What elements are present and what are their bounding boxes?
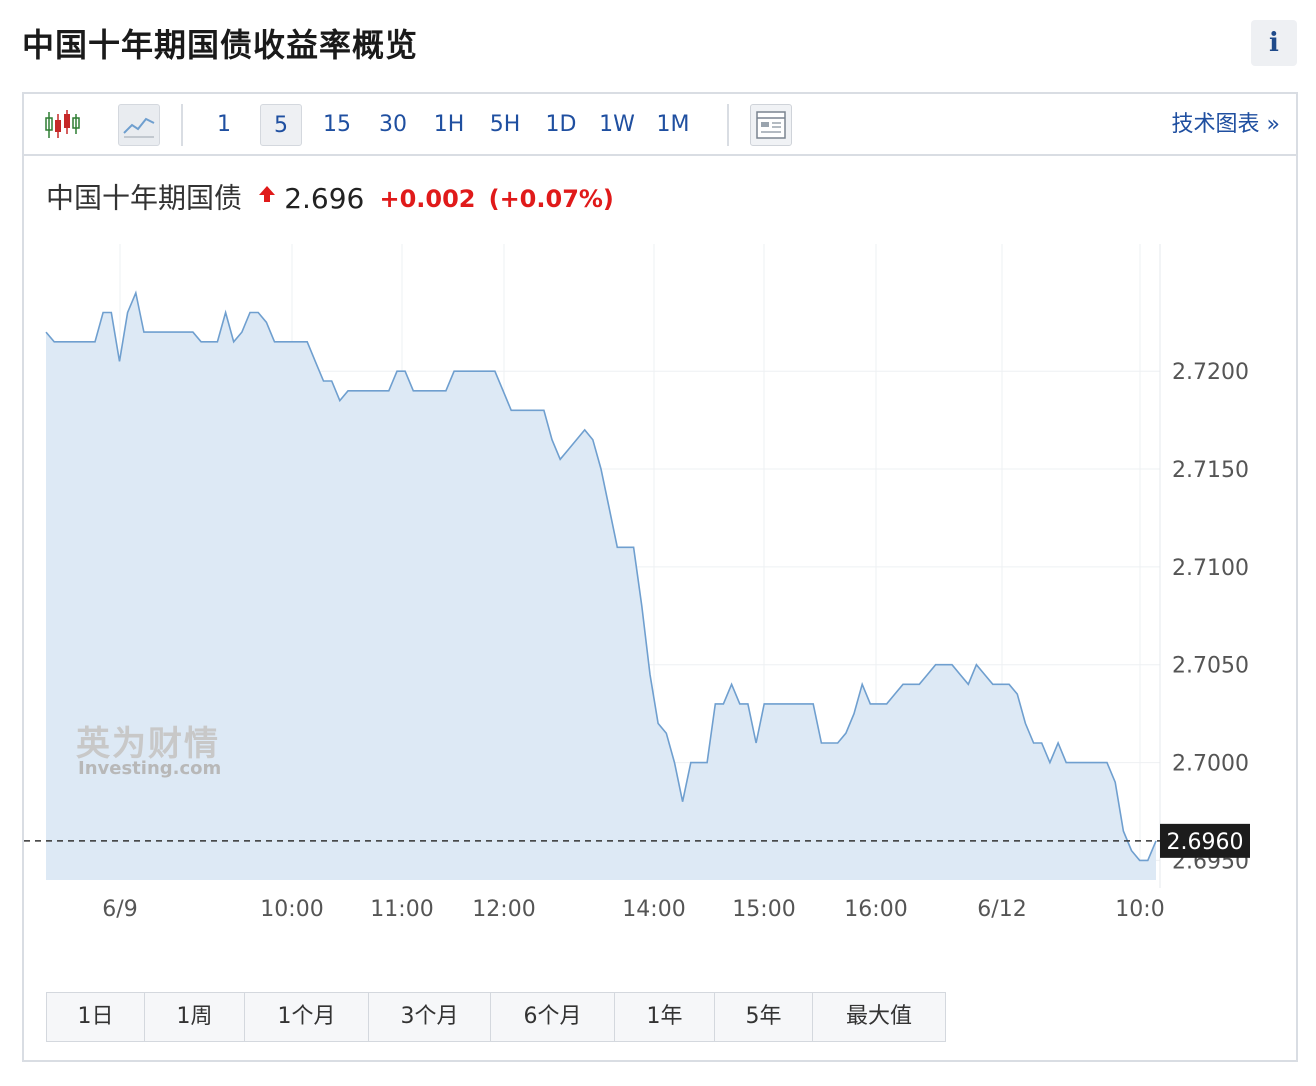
info-button[interactable]: i [1251, 20, 1297, 66]
price-chart: 2.69502.70002.70502.71002.71502.72006/9 1… [24, 244, 1250, 922]
range-button[interactable]: 5年 [715, 993, 813, 1041]
x-tick-label: 12:00 [472, 897, 535, 922]
quote-header: 中国十年期国债 2.696 +0.002 (+0.07%) [46, 178, 614, 218]
x-tick-label: 11:00 [370, 897, 433, 922]
page-title: 中国十年期国债收益率概览 [22, 26, 419, 64]
x-tick-label: 10:0 [1115, 897, 1164, 922]
range-button[interactable]: 1年 [615, 993, 715, 1041]
x-tick-label: 6/12 [977, 897, 1026, 922]
range-button[interactable]: 最大值 [813, 993, 945, 1041]
range-button[interactable]: 1个月 [245, 993, 369, 1041]
range-button[interactable]: 1周 [145, 993, 245, 1041]
y-tick-label: 2.7050 [1172, 654, 1249, 679]
range-button[interactable]: 3个月 [369, 993, 491, 1041]
instrument-name: 中国十年期国债 [46, 181, 243, 215]
x-tick-label: 14:00 [622, 897, 685, 922]
chart-widget: 1 5 15 30 1H 5H 1D 1W 1M 技术图表 » 2.6950 2.7000 2.70… [22, 92, 1298, 1062]
time-range-selector: 1日 1周 1个月 3个月 6个月 1年 5年 最大值 [46, 992, 946, 1042]
watermark-site: Investing.com [78, 758, 222, 779]
price-area [46, 292, 1156, 880]
x-tick-label: 15:00 [732, 897, 795, 922]
last-price: 2.696 [284, 181, 365, 215]
x-tick-label: 6/9 [102, 897, 137, 922]
chart-area: 2.6950 2.7000 2.7050 2.7100 2.7150 2.7200 6/9 1… [24, 94, 1296, 1060]
y-tick-label: 2.7150 [1172, 458, 1249, 483]
range-button[interactable]: 1日 [47, 993, 145, 1041]
last-price-label: 2.6960 [1167, 830, 1244, 855]
x-tick-label: 16:00 [844, 897, 907, 922]
y-tick-label: 2.7200 [1172, 360, 1249, 385]
price-change: +0.002 [379, 184, 476, 213]
range-button[interactable]: 6个月 [491, 993, 615, 1041]
x-tick-label: 10:00 [260, 897, 323, 922]
price-change-percent: (+0.07%) [488, 184, 614, 213]
y-tick-label: 2.7000 [1172, 752, 1249, 777]
y-tick-label: 2.7100 [1172, 556, 1249, 581]
up-arrow-icon [257, 179, 277, 219]
